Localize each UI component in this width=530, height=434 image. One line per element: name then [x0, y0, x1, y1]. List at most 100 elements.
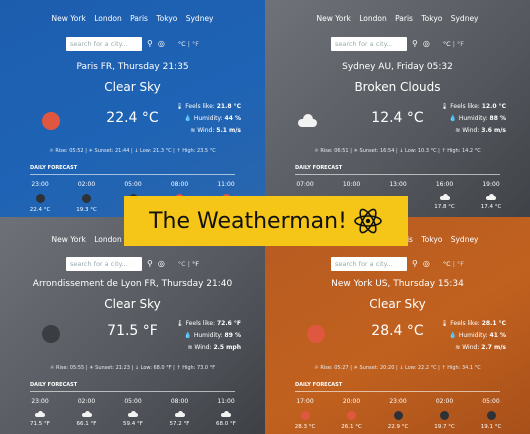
forecast-item: 20:00 26.1 °C	[336, 398, 368, 430]
humidity-value: 88 %	[489, 115, 506, 122]
unit-toggle[interactable]: °C | °F	[443, 40, 464, 48]
wind-value: 3.6 m/s	[481, 127, 506, 134]
forecast-temp: 28.3 °C	[294, 424, 316, 430]
forecast-item: 17:00 28.3 °C	[289, 398, 321, 430]
forecast-time: 23:00	[31, 398, 49, 405]
fahrenheit-unit[interactable]: °F	[457, 40, 464, 48]
unit-toggle[interactable]: °C | °F	[178, 260, 199, 268]
sun-stats-text: Rise: 05:52 | ☀ Sunset: 21:44 | ↓ Low: 2…	[55, 148, 216, 154]
app-title: The Weatherman!	[149, 208, 347, 234]
nav-sydney[interactable]: Sydney	[186, 14, 214, 23]
fahrenheit-unit[interactable]: °F	[192, 260, 199, 268]
forecast-temp: 17.8 °C	[434, 204, 455, 210]
sunrise-icon: ☼	[314, 148, 319, 154]
celsius-unit[interactable]: °C	[178, 260, 186, 268]
nav-tokyo[interactable]: Tokyo	[421, 235, 442, 244]
fahrenheit-unit[interactable]: °F	[457, 260, 464, 268]
search-input[interactable]: search for a city...	[331, 37, 407, 51]
nav-london[interactable]: London	[94, 235, 122, 244]
forecast-time: 08:00	[170, 398, 189, 405]
nav-london[interactable]: London	[94, 14, 122, 23]
nav-paris[interactable]: Paris	[395, 14, 413, 23]
weather-details: 🌡 Feels like: 72.6 °F 💧 Humidity: 89 % ≋…	[176, 318, 241, 354]
cloud-icon	[128, 411, 138, 417]
search-icon[interactable]: ⚲	[147, 259, 153, 269]
daily-forecast-title: DAILY FORECAST	[295, 165, 343, 171]
forecast-temp: 66.1 °F	[76, 421, 97, 427]
sun-stats-text: Rise: 05:27 | ☀ Sunset: 20:20 | ↓ Low: 2…	[320, 365, 481, 371]
city-nav: New York London Paris Tokyo Sydney	[265, 14, 530, 23]
wind-label: Wind:	[462, 344, 480, 351]
feels-label: Feels like:	[185, 103, 215, 110]
droplet-icon: 💧	[184, 332, 192, 339]
forecast-temp: 26.1 °C	[341, 424, 362, 430]
thermometer-icon: 🌡	[440, 320, 449, 327]
forecast-time: 02:00	[77, 181, 96, 188]
nav-sydney[interactable]: Sydney	[451, 235, 479, 244]
moon-icon	[393, 411, 403, 420]
forecast-temp: 68.0 °F	[216, 421, 236, 427]
forecast-time: 05:00	[124, 398, 142, 405]
forecast-time: 11:00	[217, 181, 235, 188]
search-icon[interactable]: ⚲	[412, 39, 418, 49]
forecast-item: 02:00 19.3 °C	[71, 181, 103, 213]
moon-icon	[440, 411, 449, 420]
humidity-label: Humidity:	[193, 332, 223, 339]
sun-stats: ☼ Rise: 05:55 | ☀ Sunset: 21:23 | ↓ Low:…	[0, 365, 265, 371]
search-icon[interactable]: ⚲	[147, 39, 153, 49]
forecast-time: 02:00	[435, 398, 454, 405]
forecast-temp: 71.5 °F	[30, 421, 50, 427]
forecast-row: 17:00 28.3 °C 20:00 26.1 °C 23:00 22.9 °C 0…	[289, 398, 507, 430]
search-input[interactable]: search for a city...	[66, 37, 142, 51]
nav-new-york[interactable]: New York	[51, 14, 85, 23]
location-icon[interactable]: ◎	[423, 39, 430, 49]
feels-value: 12.0 °C	[481, 103, 506, 110]
forecast-time: 17:00	[296, 398, 314, 405]
sun-stats: ☼ Rise: 05:27 | ☀ Sunset: 20:20 | ↓ Low:…	[265, 365, 530, 371]
cloud-icon	[174, 411, 185, 417]
forecast-item: 08:00 57.2 °F	[164, 398, 196, 427]
forecast-item: 05:00 59.4 °F	[117, 398, 149, 427]
forecast-temp: 19.7 °C	[434, 424, 455, 430]
sun-stats-text: Rise: 06:51 | ☀ Sunset: 16:54 | ↓ Low: 1…	[320, 148, 481, 154]
celsius-unit[interactable]: °C	[443, 260, 451, 268]
humidity-value: 89 %	[224, 332, 241, 339]
sunrise-icon: ☼	[49, 365, 55, 371]
unit-toggle[interactable]: °C | °F	[178, 40, 199, 48]
daily-forecast-title: DAILY FORECAST	[30, 382, 78, 388]
nav-tokyo[interactable]: Tokyo	[421, 14, 442, 23]
forecast-item: 05:00 19.1 °C	[475, 398, 507, 430]
location-icon[interactable]: ◎	[423, 259, 430, 269]
unit-toggle[interactable]: °C | °F	[443, 260, 464, 268]
wind-icon: ≋	[455, 344, 461, 351]
nav-london[interactable]: London	[359, 14, 387, 23]
divider	[295, 391, 500, 392]
nav-paris[interactable]: Paris	[130, 14, 148, 23]
location-icon[interactable]: ◎	[158, 259, 165, 269]
nav-sydney[interactable]: Sydney	[451, 14, 479, 23]
search-input[interactable]: search for a city...	[331, 257, 407, 271]
celsius-unit[interactable]: °C	[178, 40, 186, 48]
forecast-time: 19:00	[482, 181, 500, 188]
nav-new-york[interactable]: New York	[316, 14, 350, 23]
weather-panel-lyon: New York London Paris Tokyo Sydney searc…	[0, 217, 265, 434]
forecast-time: 16:00	[435, 181, 454, 188]
sun-icon	[300, 411, 310, 420]
feels-value: 72.6 °F	[217, 320, 241, 327]
humidity-label: Humidity:	[458, 115, 488, 122]
location-icon[interactable]: ◎	[158, 39, 165, 49]
weather-panel-paris: New York London Paris Tokyo Sydney searc…	[0, 0, 265, 217]
sun-stats-text: Rise: 05:55 | ☀ Sunset: 21:23 | ↓ Low: 6…	[55, 365, 216, 371]
nav-tokyo[interactable]: Tokyo	[156, 14, 177, 23]
forecast-temp: 19.3 °C	[76, 207, 97, 213]
condition: Clear Sky	[104, 80, 161, 94]
celsius-unit[interactable]: °C	[443, 40, 451, 48]
search-input[interactable]: search for a city...	[66, 257, 142, 271]
nav-new-york[interactable]: New York	[51, 235, 85, 244]
sun-stats: ☼ Rise: 05:52 | ☀ Sunset: 21:44 | ↓ Low:…	[0, 148, 265, 154]
forecast-time: 07:00	[296, 181, 314, 188]
forecast-item: 23:00 22.9 °C	[382, 398, 414, 430]
fahrenheit-unit[interactable]: °F	[192, 40, 199, 48]
search-icon[interactable]: ⚲	[412, 259, 418, 269]
feels-label: Feels like:	[185, 320, 216, 327]
